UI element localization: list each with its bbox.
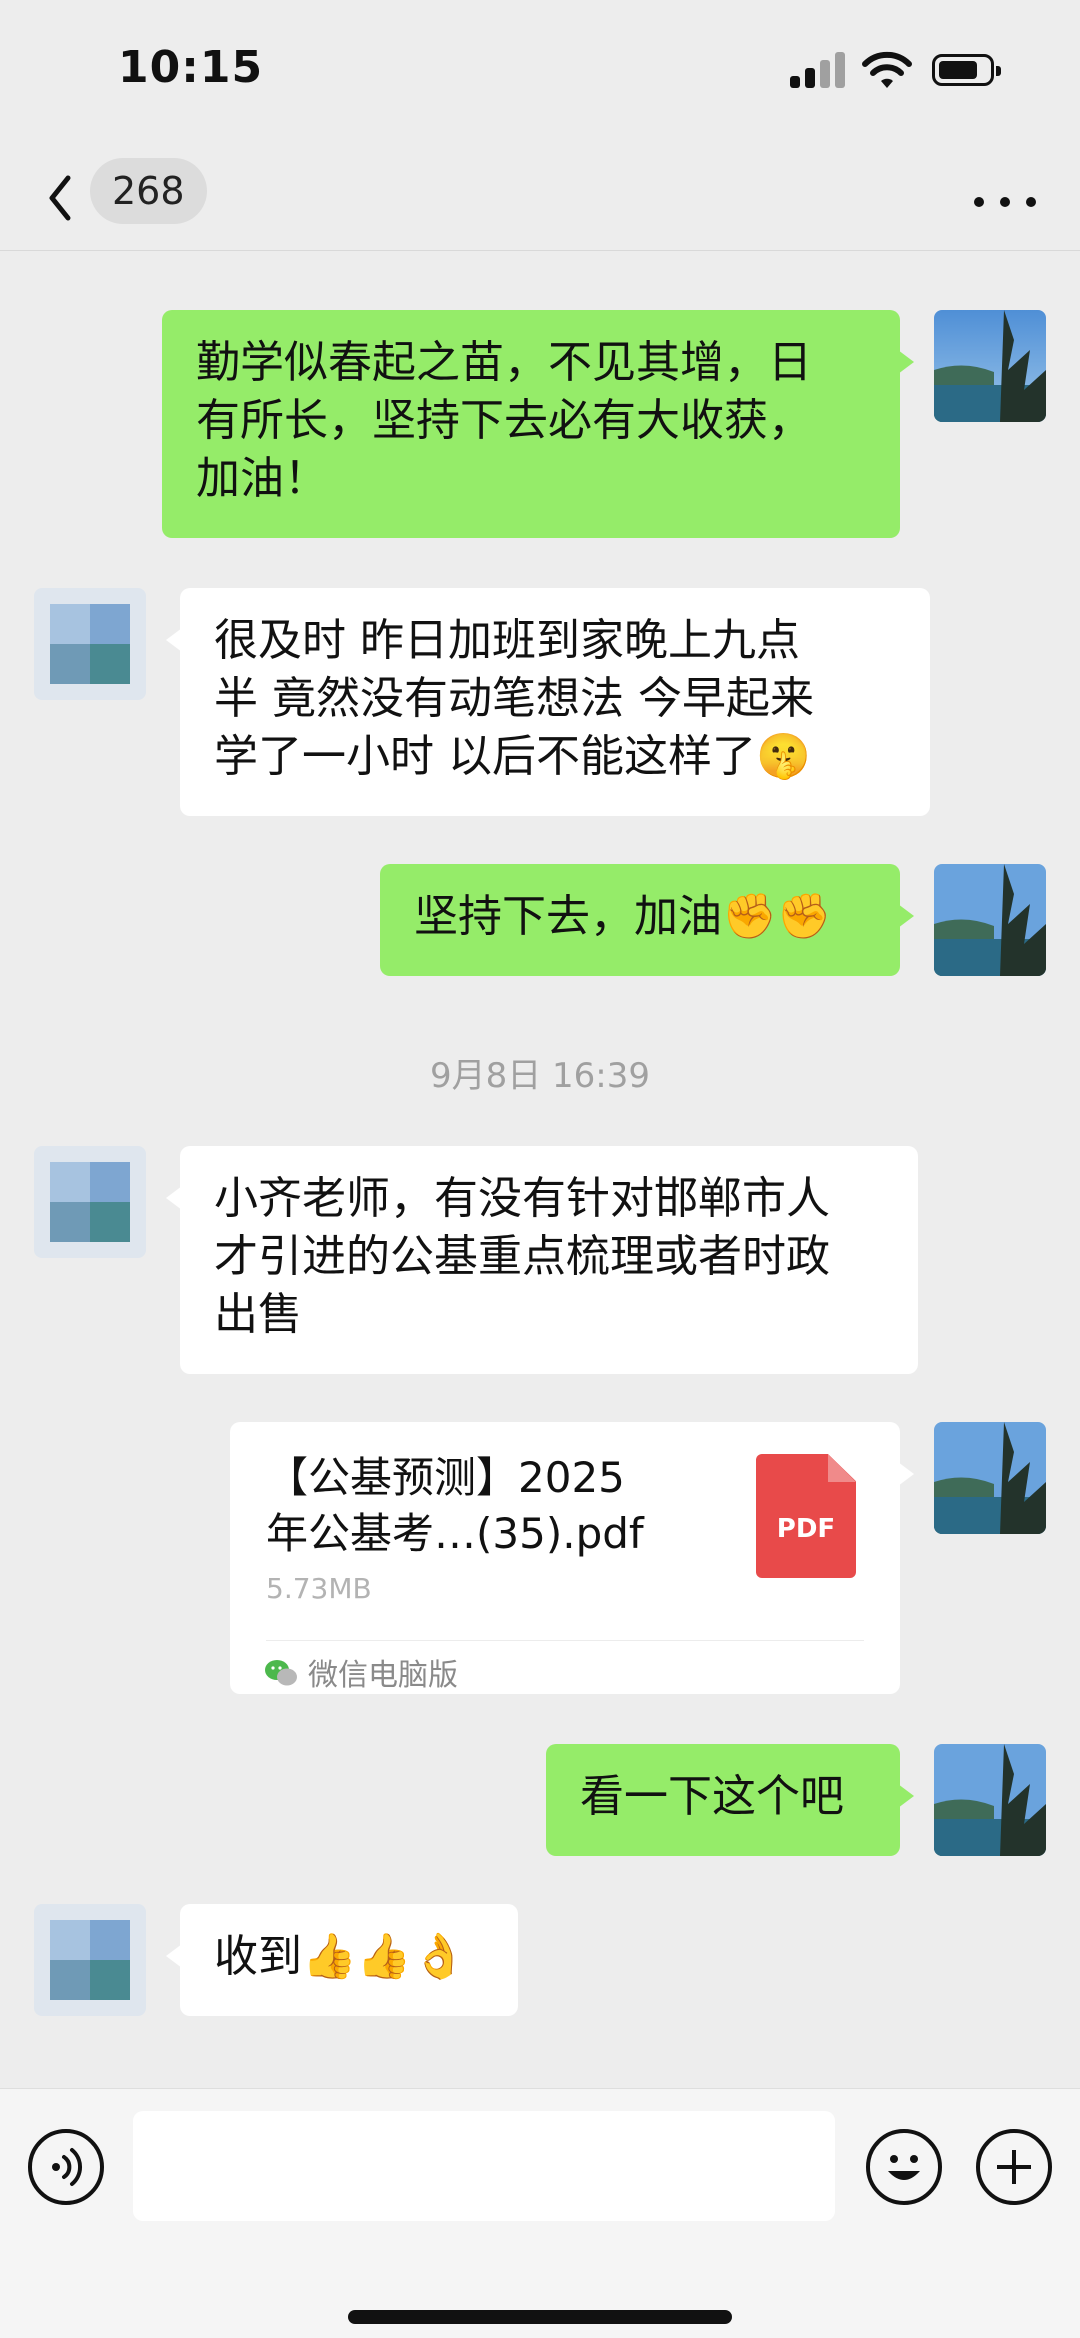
message-bubble-other[interactable]: 小齐老师，有没有针对邯郸市人 才引进的公基重点梳理或者时政 出售 [166, 1146, 918, 1374]
battery-icon [932, 54, 1001, 86]
more-dots-icon[interactable] [970, 170, 1040, 230]
message-bubble-other[interactable]: 很及时 昨日加班到家晚上九点 半 竟然没有动笔想法 今早起来 学了一小时 以后不… [166, 588, 930, 816]
contact-avatar[interactable] [34, 1904, 146, 2016]
message-text: 很及时 昨日加班到家晚上九点 半 竟然没有动笔想法 今早起来 学了一小时 以后不… [214, 615, 814, 782]
wifi-icon [862, 51, 912, 88]
chat-header: 268 [0, 150, 1080, 251]
input-bar [0, 2088, 1080, 2338]
pdf-type-label: PDF [776, 1514, 836, 1544]
message-timestamp: 9月8日 16:39 [429, 1056, 651, 1096]
my-avatar[interactable] [934, 864, 1046, 976]
emoji-icon[interactable] [866, 2129, 942, 2205]
message-text: 勤学似春起之苗，不见其增，日 有所长，坚持下去必有大收获， 加油！ [196, 337, 812, 504]
contact-avatar[interactable] [34, 588, 146, 700]
status-bar: 10:15 [0, 0, 1080, 150]
file-message-card[interactable]: 【公基预测】2025 年公基考…(35).pdf 5.73MB PDF 微信电脑… [230, 1422, 914, 1694]
message-bubble-me[interactable]: 坚持下去，加油✊✊ [380, 864, 914, 976]
my-avatar[interactable] [934, 1744, 1046, 1856]
message-bubble-me[interactable]: 勤学似春起之苗，不见其增，日 有所长，坚持下去必有大收获， 加油！ [162, 310, 914, 538]
signal-icon [790, 52, 846, 88]
file-name: 【公基预测】2025 年公基考…(35).pdf [266, 1453, 644, 1558]
status-time: 10:15 [118, 42, 264, 93]
file-source: 微信电脑版 [308, 1658, 458, 1693]
back-chevron-icon[interactable] [40, 168, 80, 228]
pdf-icon: PDF [756, 1454, 856, 1578]
divider [266, 1640, 864, 1641]
message-bubble-me[interactable]: 看一下这个吧 [546, 1744, 914, 1856]
message-bubble-other[interactable]: 收到👍👍👌 [166, 1904, 518, 2016]
plus-icon[interactable] [976, 2129, 1052, 2205]
message-text: 收到👍👍👌 [214, 1931, 467, 1982]
message-text: 小齐老师，有没有针对邯郸市人 才引进的公基重点梳理或者时政 出售 [214, 1173, 830, 1340]
wechat-icon [265, 1660, 297, 1686]
chat-title [490, 170, 590, 230]
contact-avatar[interactable] [34, 1146, 146, 1258]
message-text: 看一下这个吧 [580, 1771, 844, 1822]
my-avatar[interactable] [934, 310, 1046, 422]
home-indicator [348, 2310, 732, 2324]
message-text: 坚持下去，加油✊✊ [414, 891, 832, 942]
message-input[interactable] [133, 2111, 835, 2221]
my-avatar[interactable] [934, 1422, 1046, 1534]
file-size: 5.73MB [266, 1572, 372, 1605]
unread-count-badge[interactable]: 268 [90, 158, 207, 224]
voice-icon[interactable] [28, 2129, 104, 2205]
